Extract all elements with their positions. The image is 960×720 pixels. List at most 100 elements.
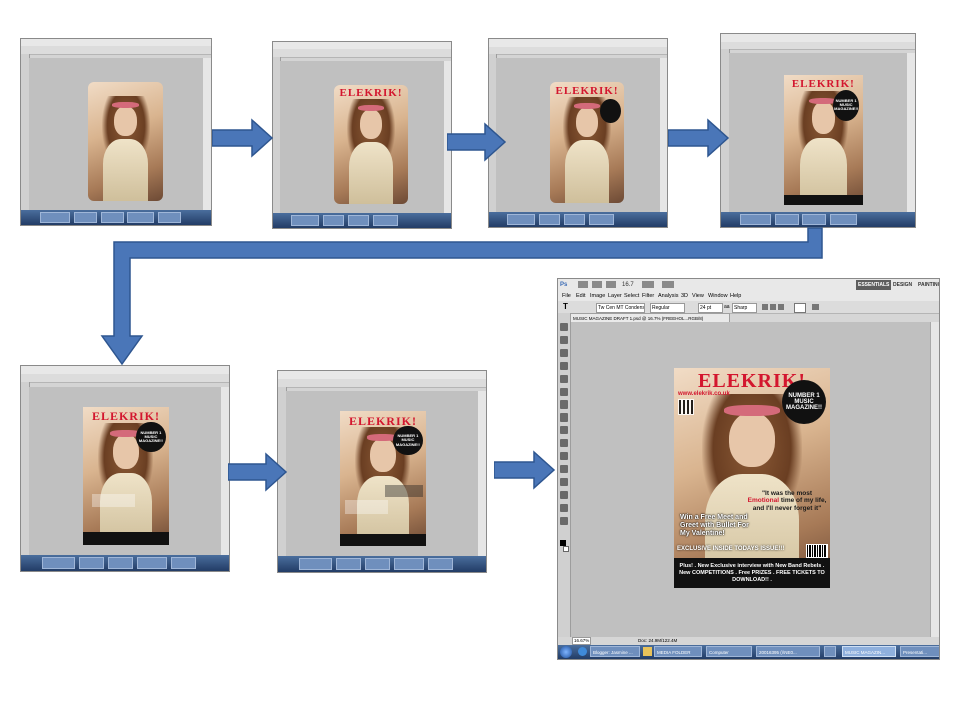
folder-icon[interactable] bbox=[643, 647, 652, 656]
text-color-swatch[interactable] bbox=[794, 303, 806, 313]
zoom-level[interactable]: 16.67% bbox=[572, 637, 592, 645]
ps-toolbar-icon[interactable] bbox=[642, 281, 654, 288]
taskbar-item-network[interactable]: 20016395 (\\NE0... bbox=[756, 646, 820, 657]
quote-emphasis: Emotional bbox=[747, 497, 780, 505]
menu-image[interactable]: Image bbox=[590, 291, 605, 301]
screenshot-step-4: ELEKRIK! NUMBER 1 MUSIC MAGAZINE!! bbox=[720, 33, 916, 228]
zoom-dropdown[interactable]: 16.7 bbox=[622, 279, 634, 291]
menu-help[interactable]: Help bbox=[730, 291, 741, 301]
cover-photo bbox=[88, 81, 164, 201]
taskbar bbox=[21, 210, 211, 225]
menu-edit[interactable]: Edit bbox=[576, 291, 585, 301]
taskbar bbox=[489, 211, 667, 227]
taskbar-item-blogger[interactable]: Blogger: Jasmine ... bbox=[590, 646, 640, 657]
media-player-icon[interactable] bbox=[824, 646, 836, 657]
taskbar-item-photoshop[interactable]: MUSIC MAGAZIN... bbox=[842, 646, 896, 657]
taskbar-item-powerpoint[interactable]: Presentati... bbox=[900, 646, 939, 657]
arrow-right-3 bbox=[668, 118, 730, 158]
workspace-design[interactable]: DESIGN bbox=[893, 279, 912, 291]
canvas: ELEKRIK! NUMBER 1 MUSIC MAGAZINE!! bbox=[728, 53, 908, 212]
menu-analysis[interactable]: Analysis bbox=[658, 291, 678, 301]
canvas bbox=[28, 57, 204, 211]
photoshop-window-large: Ps 16.7 ESSENTIALS DESIGN PAINTING File … bbox=[557, 278, 940, 660]
foreground-color-swatch[interactable] bbox=[560, 539, 566, 546]
warp-text-icon[interactable] bbox=[812, 304, 819, 310]
menu-view[interactable]: View bbox=[692, 291, 704, 301]
taskbar-label: MEDIA FOLDER bbox=[657, 650, 691, 655]
taskbar-label: Blogger: Jasmine ... bbox=[593, 650, 633, 655]
screenshot-step-5: ELEKRIK! NUMBER 1 MUSIC MAGAZINE!! bbox=[20, 365, 230, 572]
taskbar-item-computer[interactable]: Computer bbox=[706, 646, 752, 657]
footer-bar bbox=[339, 533, 426, 547]
menu-window[interactable]: Window bbox=[708, 291, 728, 301]
menu-file[interactable]: File bbox=[562, 291, 571, 301]
options-bar bbox=[273, 49, 451, 58]
background-color-swatch[interactable] bbox=[563, 546, 569, 553]
cover-footer-bar: Plus! . New Exclusive interview with New… bbox=[674, 558, 830, 588]
black-circle bbox=[600, 99, 621, 124]
align-right-icon[interactable] bbox=[778, 304, 784, 310]
number-one-badge: NUMBER 1 MUSIC MAGAZINE!! bbox=[782, 380, 826, 424]
scrollbar bbox=[906, 53, 915, 212]
footer-bar bbox=[82, 532, 169, 545]
menu-filter[interactable]: Filter bbox=[642, 291, 654, 301]
arrow-right-4 bbox=[228, 452, 288, 492]
align-left-icon[interactable] bbox=[762, 304, 768, 310]
ie-icon[interactable] bbox=[578, 647, 587, 656]
document-tab[interactable]: MUSIC MAGAZINE DRAFT 1.psd @ 16.7% (FREE… bbox=[570, 313, 730, 322]
arrow-right-1 bbox=[212, 118, 274, 158]
taskbar-label: 20016395 (\\NE0... bbox=[759, 650, 797, 655]
ps-toolbar-icon[interactable] bbox=[578, 281, 588, 288]
footer-bar bbox=[784, 194, 863, 206]
doc-size: Doc: 24.9M/122.4M bbox=[638, 638, 678, 643]
ps-toolbar-icon[interactable] bbox=[592, 281, 602, 288]
taskbar-item-media-folder[interactable]: MEDIA FOLDER bbox=[654, 646, 702, 657]
taskbar bbox=[21, 554, 229, 571]
menu-3d[interactable]: 3D bbox=[681, 291, 688, 301]
font-family-select[interactable]: Tw Cen MT Condense... bbox=[596, 303, 645, 313]
workspace-painting[interactable]: PAINTING bbox=[918, 279, 939, 291]
canvas: ELEKRIK! bbox=[280, 60, 444, 214]
screenshot-step-3: ELEKRIK! bbox=[488, 38, 668, 228]
taskbar bbox=[721, 211, 915, 227]
menu-layer[interactable]: Layer bbox=[608, 291, 622, 301]
qr-code bbox=[678, 399, 694, 415]
canvas: ELEKRIK! www.elekrik.co.uk NUMBER 1 MUSI… bbox=[571, 322, 939, 637]
number-one-badge: NUMBER 1 MUSIC MAGAZINE!! bbox=[832, 89, 860, 121]
cover-photo: ELEKRIK! NUMBER 1 MUSIC MAGAZINE!! bbox=[339, 410, 426, 547]
scrollbar bbox=[202, 57, 211, 211]
exclusive-text: EXCLUSIVE INSIDE TODAYS ISSUE!!! bbox=[677, 546, 785, 552]
font-style-select[interactable]: Regular bbox=[650, 303, 685, 313]
tools-panel bbox=[558, 313, 571, 637]
quote-part-a: "It was the most bbox=[761, 490, 813, 497]
masthead: ELEKRIK! bbox=[339, 87, 403, 100]
ps-toolbar-icon[interactable] bbox=[662, 281, 674, 288]
type-tool-icon[interactable]: T bbox=[563, 301, 568, 313]
font-size-select[interactable]: 24 pt bbox=[698, 303, 723, 313]
masthead: ELEKRIK! bbox=[791, 78, 855, 91]
workspace-essentials[interactable]: ESSENTIALS bbox=[856, 280, 892, 290]
cover-photo: ELEKRIK! NUMBER 1 MUSIC MAGAZINE!! bbox=[82, 406, 169, 545]
antialias-select[interactable]: Sharp bbox=[732, 303, 757, 313]
align-center-icon[interactable] bbox=[770, 304, 776, 310]
canvas: ELEKRIK! NUMBER 1 MUSIC MAGAZINE!! bbox=[286, 391, 478, 556]
win-text bbox=[345, 500, 389, 514]
masthead: ELEKRIK! bbox=[555, 84, 619, 97]
vertical-scrollbar[interactable] bbox=[930, 322, 939, 637]
taskbar-label: Computer bbox=[709, 650, 729, 655]
cover-photo: ELEKRIK! NUMBER 1 MUSIC MAGAZINE!! bbox=[784, 75, 863, 206]
cover-quote: "It was the most Emotional time of my li… bbox=[746, 490, 828, 512]
scrollbar bbox=[658, 57, 667, 212]
start-button[interactable] bbox=[560, 646, 572, 658]
scrollbar bbox=[476, 391, 486, 556]
taskbar bbox=[278, 555, 486, 572]
options-bar bbox=[489, 46, 667, 56]
magazine-cover: ELEKRIK! www.elekrik.co.uk NUMBER 1 MUSI… bbox=[674, 368, 830, 588]
windows-taskbar: Blogger: Jasmine ... MEDIA FOLDER Comput… bbox=[558, 645, 939, 659]
document-tab-title: MUSIC MAGAZINE DRAFT 1.psd @ 16.7% (FREE… bbox=[573, 316, 704, 321]
ps-toolbar-icon[interactable] bbox=[606, 281, 616, 288]
canvas: ELEKRIK! NUMBER 1 MUSIC MAGAZINE!! bbox=[29, 386, 221, 555]
arrow-right-5 bbox=[494, 450, 556, 490]
number-one-badge: NUMBER 1 MUSIC MAGAZINE!! bbox=[393, 425, 423, 456]
menu-select[interactable]: Select bbox=[624, 291, 639, 301]
